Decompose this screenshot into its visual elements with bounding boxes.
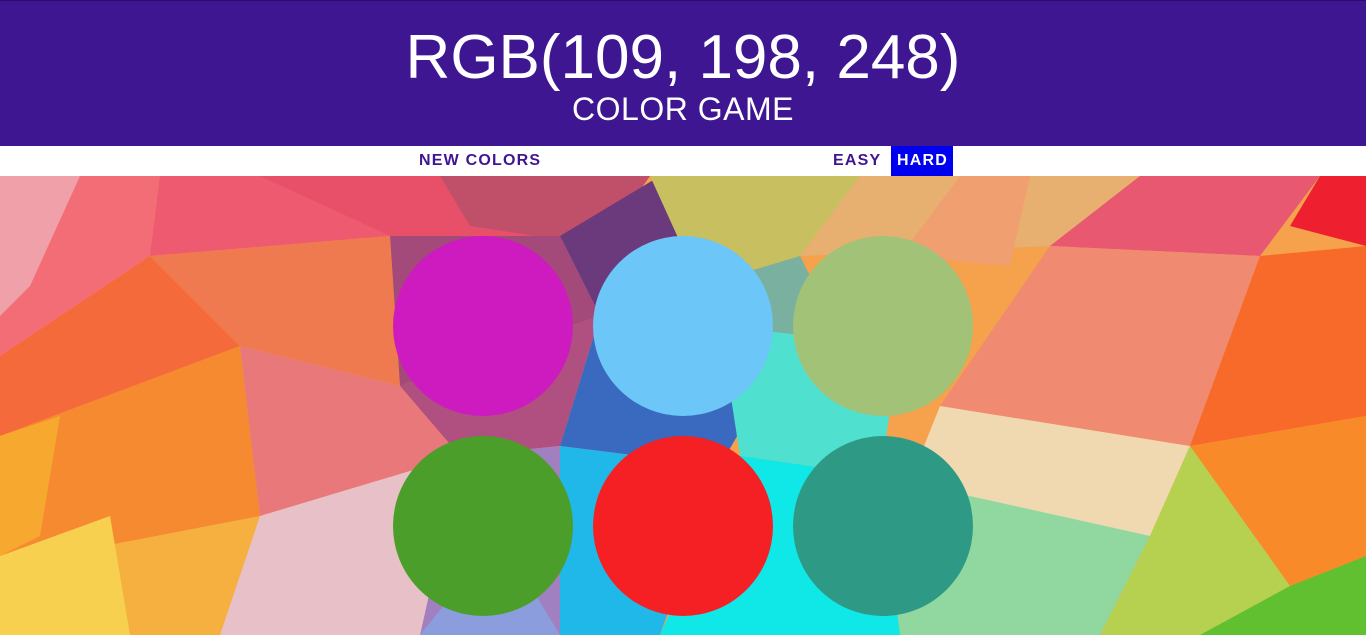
hard-mode-button[interactable]: HARD [891, 146, 953, 176]
header: RGB(109, 198, 248) COLOR GAME [0, 0, 1366, 146]
rgb-display: RGB(109, 198, 248) [405, 23, 961, 92]
easy-mode-button[interactable]: EASY [827, 146, 887, 176]
control-stripe: NEW COLORS EASY HARD [0, 146, 1366, 176]
color-square-5[interactable] [593, 436, 773, 616]
game-title: COLOR GAME [572, 91, 794, 127]
color-square-2[interactable] [593, 236, 773, 416]
color-square-6[interactable] [793, 436, 973, 616]
color-square-1[interactable] [393, 236, 573, 416]
game-board [0, 176, 1366, 635]
color-square-4[interactable] [393, 436, 573, 616]
color-square-3[interactable] [793, 236, 973, 416]
new-colors-button[interactable]: NEW COLORS [413, 146, 547, 176]
